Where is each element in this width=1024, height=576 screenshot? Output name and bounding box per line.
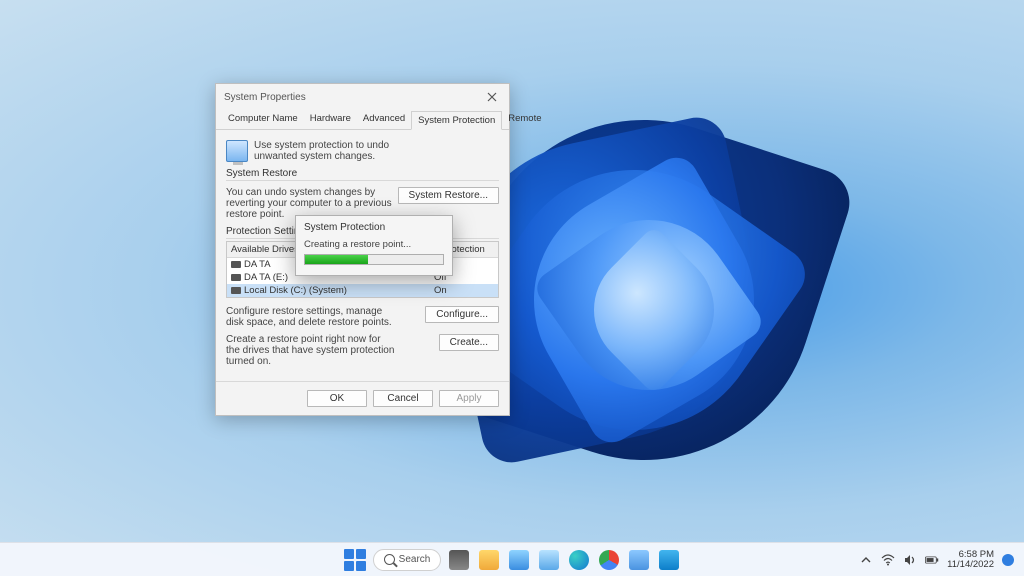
app-button[interactable] bbox=[627, 548, 651, 572]
tab-computer-name[interactable]: Computer Name bbox=[222, 110, 304, 129]
app-icon bbox=[539, 550, 559, 570]
dialog-titlebar[interactable]: System Properties bbox=[216, 84, 509, 110]
system-restore-button[interactable]: System Restore... bbox=[398, 187, 499, 204]
taskbar: Search 6:58 PM 11/14/2022 bbox=[0, 542, 1024, 576]
disk-icon bbox=[231, 261, 241, 268]
dialog-button-row: OK Cancel Apply bbox=[216, 381, 509, 415]
drive-name: DA TA bbox=[244, 259, 271, 270]
apply-button[interactable]: Apply bbox=[439, 390, 499, 407]
app-button[interactable] bbox=[657, 548, 681, 572]
wifi-icon[interactable] bbox=[881, 553, 895, 567]
taskbar-clock[interactable]: 6:58 PM 11/14/2022 bbox=[947, 550, 994, 570]
progress-bar bbox=[304, 254, 444, 265]
intro-text: Use system protection to undo unwanted s… bbox=[254, 140, 424, 162]
chrome-icon bbox=[599, 550, 619, 570]
chevron-up-icon[interactable] bbox=[859, 553, 873, 567]
system-restore-section-title: System Restore bbox=[226, 168, 499, 181]
taskbar-right: 6:58 PM 11/14/2022 bbox=[859, 550, 1014, 570]
drive-name: DA TA (E:) bbox=[244, 272, 288, 283]
ok-button[interactable]: OK bbox=[307, 390, 367, 407]
tab-advanced[interactable]: Advanced bbox=[357, 110, 411, 129]
task-view-button[interactable] bbox=[447, 548, 471, 572]
create-button[interactable]: Create... bbox=[439, 334, 499, 351]
tab-hardware[interactable]: Hardware bbox=[304, 110, 357, 129]
taskbar-center: Search bbox=[343, 548, 682, 572]
dialog-tabs: Computer Name Hardware Advanced System P… bbox=[216, 110, 509, 130]
progress-dialog: System Protection Creating a restore poi… bbox=[295, 215, 453, 276]
configure-description: Configure restore settings, manage disk … bbox=[226, 306, 396, 328]
app-icon bbox=[509, 550, 529, 570]
drive-row[interactable]: Local Disk (C:) (System) On bbox=[227, 284, 498, 297]
cancel-button[interactable]: Cancel bbox=[373, 390, 433, 407]
drive-name: Local Disk (C:) (System) bbox=[244, 285, 347, 296]
edge-icon bbox=[569, 550, 589, 570]
dialog-title: System Properties bbox=[224, 92, 306, 103]
clock-time: 6:58 PM bbox=[959, 550, 994, 560]
configure-button[interactable]: Configure... bbox=[425, 306, 499, 323]
clock-date: 11/14/2022 bbox=[947, 560, 994, 570]
file-explorer-button[interactable] bbox=[477, 548, 501, 572]
edge-button[interactable] bbox=[567, 548, 591, 572]
notification-icon[interactable] bbox=[1002, 554, 1014, 566]
app-button[interactable] bbox=[507, 548, 531, 572]
search-label: Search bbox=[399, 554, 431, 565]
search-icon bbox=[384, 554, 395, 565]
app-icon bbox=[659, 550, 679, 570]
taskbar-search[interactable]: Search bbox=[373, 549, 442, 571]
volume-icon[interactable] bbox=[903, 553, 917, 567]
app-icon bbox=[629, 550, 649, 570]
monitor-icon bbox=[226, 140, 248, 162]
windows-icon bbox=[344, 549, 366, 571]
progress-fill bbox=[305, 255, 368, 264]
tab-system-protection[interactable]: System Protection bbox=[411, 111, 502, 130]
task-view-icon bbox=[449, 550, 469, 570]
folder-icon bbox=[479, 550, 499, 570]
disk-icon bbox=[231, 274, 241, 281]
battery-icon[interactable] bbox=[925, 553, 939, 567]
drive-status: On bbox=[434, 285, 494, 296]
progress-message: Creating a restore point... bbox=[304, 239, 444, 250]
tab-remote[interactable]: Remote bbox=[502, 110, 547, 129]
close-icon[interactable] bbox=[483, 88, 501, 106]
app-button[interactable] bbox=[537, 548, 561, 572]
disk-icon bbox=[231, 287, 241, 294]
create-description: Create a restore point right now for the… bbox=[226, 334, 396, 367]
chrome-button[interactable] bbox=[597, 548, 621, 572]
start-button[interactable] bbox=[343, 548, 367, 572]
progress-title: System Protection bbox=[304, 222, 444, 233]
